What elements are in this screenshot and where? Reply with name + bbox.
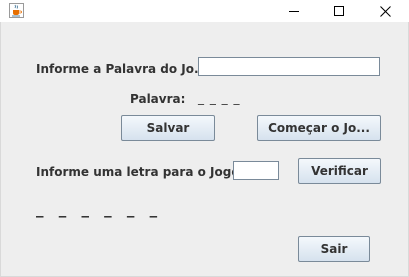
exit-button[interactable]: Sair [298, 236, 370, 262]
maximize-icon [334, 6, 344, 16]
app-window: Informe a Palavra do Jo... Palavra: _ _ … [0, 0, 409, 277]
letter-input[interactable] [233, 161, 279, 180]
minimize-icon [289, 11, 299, 12]
java-coffee-icon [9, 3, 24, 18]
title-bar [0, 0, 409, 22]
maximize-button[interactable] [316, 0, 362, 22]
guess-progress-blanks: _ _ _ _ _ _ [36, 200, 163, 218]
start-game-button[interactable]: Começar o Jo... [257, 115, 381, 141]
word-prompt-label: Informe a Palavra do Jo... [36, 62, 208, 76]
letter-prompt-label: Informe uma letra para o Jogo: [36, 165, 245, 179]
close-icon [379, 5, 391, 17]
word-input[interactable] [198, 57, 380, 76]
word-label: Palavra: [130, 92, 186, 106]
close-button[interactable] [362, 0, 408, 22]
verify-button[interactable]: Verificar [298, 158, 381, 184]
save-button[interactable]: Salvar [121, 115, 215, 141]
content-panel: Informe a Palavra do Jo... Palavra: _ _ … [0, 22, 409, 277]
word-mask: _ _ _ _ [198, 91, 241, 105]
minimize-button[interactable] [271, 0, 317, 22]
